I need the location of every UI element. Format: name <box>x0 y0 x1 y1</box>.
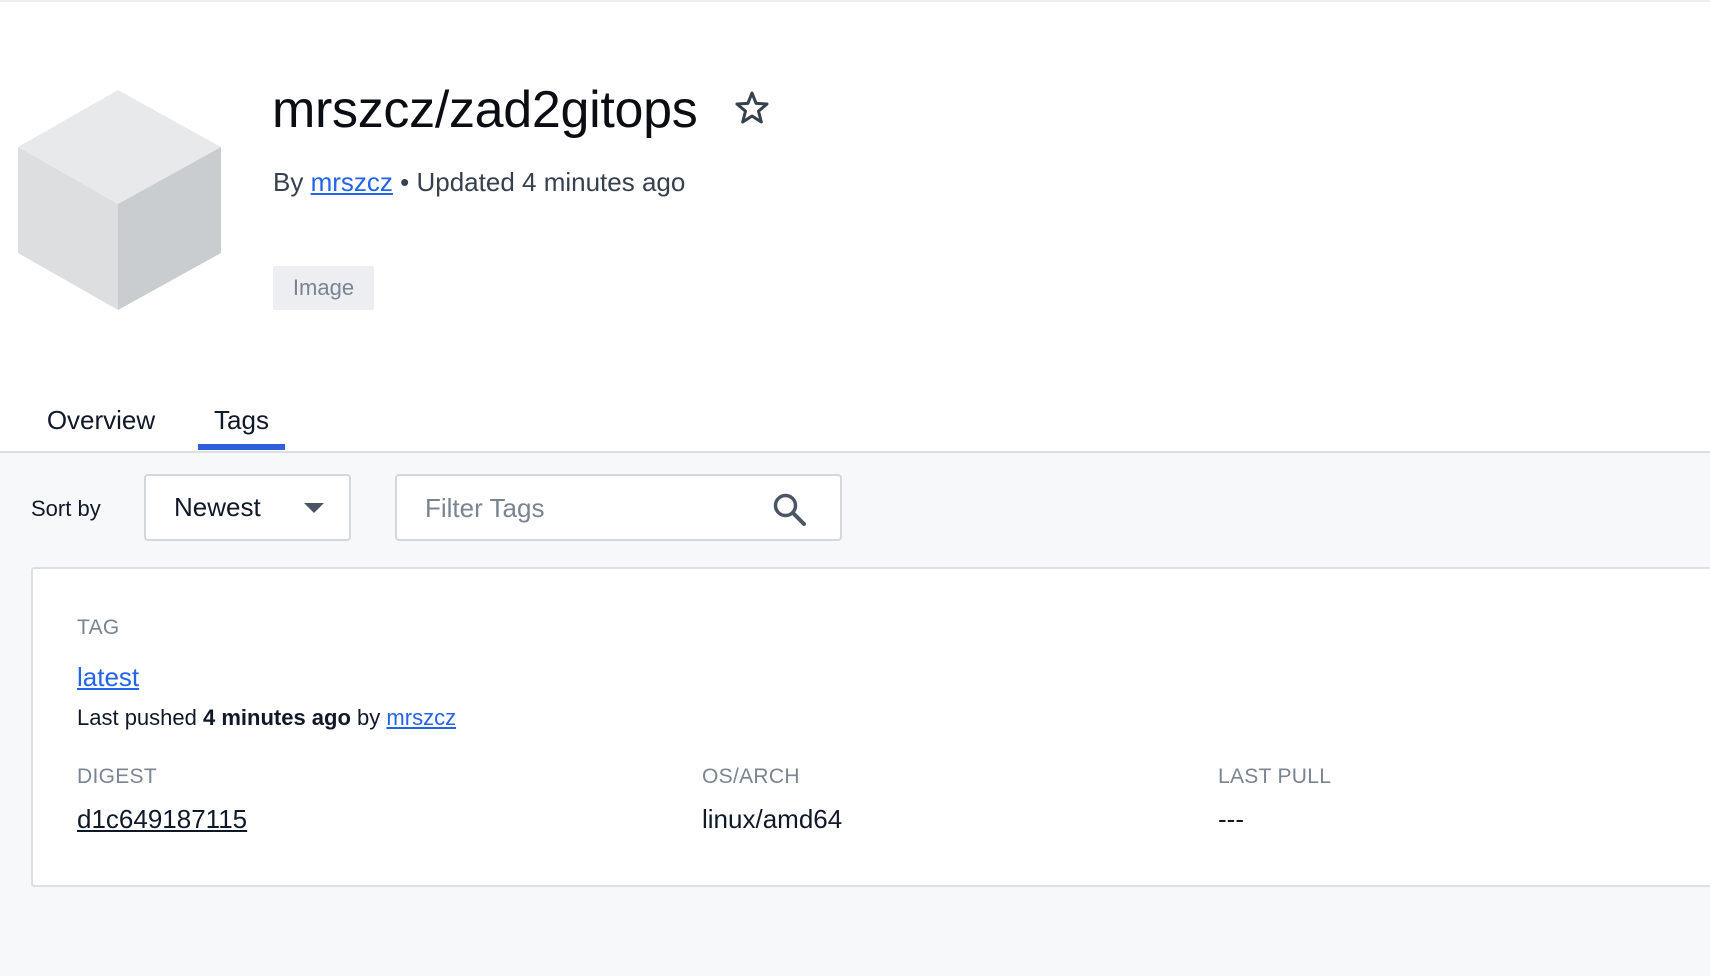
author-link[interactable]: mrszcz <box>311 167 393 197</box>
by-label: By <box>273 167 304 197</box>
last-pushed-text: Last pushed 4 minutes ago by mrszcz <box>77 703 456 733</box>
tag-column-header: TAG <box>77 616 120 639</box>
digest-column-header: DIGEST <box>77 765 157 788</box>
top-divider <box>0 0 1710 2</box>
pushed-prefix: Last pushed <box>77 705 197 730</box>
pushed-by-link[interactable]: mrszcz <box>386 705 456 730</box>
star-icon[interactable] <box>732 88 772 128</box>
tab-overview[interactable]: Overview <box>46 400 156 452</box>
search-icon[interactable] <box>771 491 807 527</box>
pushed-by-label: by <box>357 705 381 730</box>
repo-byline: By mrszcz • Updated 4 minutes ago <box>273 166 685 198</box>
filter-tags-input[interactable] <box>423 488 757 528</box>
type-badge: Image <box>273 266 374 310</box>
digest-link[interactable]: d1c649187115 <box>77 803 247 835</box>
sort-value: Newest <box>174 492 261 522</box>
filter-tags-field[interactable] <box>395 474 842 541</box>
repo-title: mrszcz/zad2gitops <box>272 81 698 139</box>
cube-icon <box>18 90 221 310</box>
last-pull-value: --- <box>1218 804 1244 834</box>
caret-down-icon <box>304 503 324 513</box>
pushed-time: 4 minutes ago <box>203 705 351 730</box>
tag-name-link[interactable]: latest <box>77 661 139 693</box>
os-arch-value: linux/amd64 <box>702 804 843 834</box>
sort-dropdown[interactable]: Newest <box>144 474 351 541</box>
os-arch-column-header: OS/ARCH <box>702 765 800 788</box>
active-tab-indicator <box>198 444 285 450</box>
updated-text: Updated 4 minutes ago <box>416 167 686 197</box>
byline-separator: • <box>400 167 410 197</box>
last-pull-column-header: LAST PULL <box>1218 765 1332 788</box>
sort-label: Sort by <box>31 496 101 521</box>
